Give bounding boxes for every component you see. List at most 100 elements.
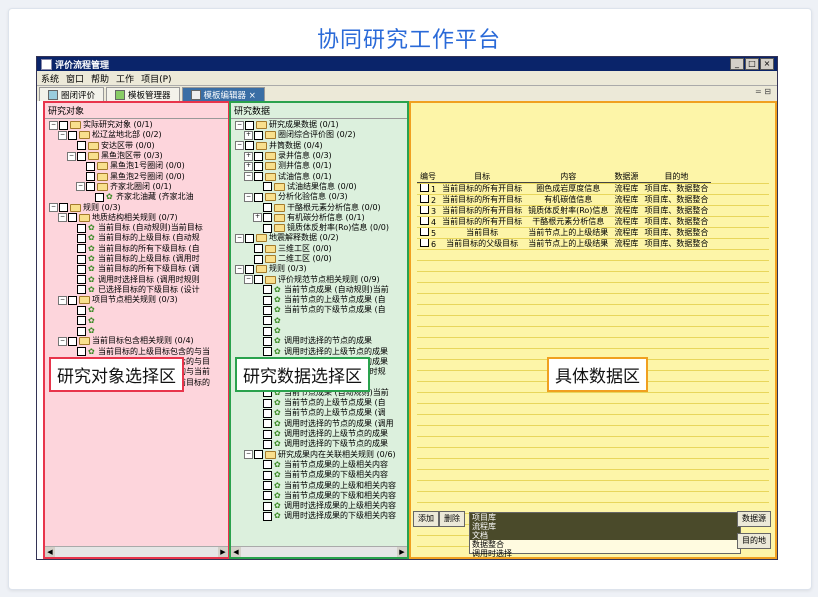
menu-help[interactable]: 帮助 [91, 72, 109, 85]
node-checkbox[interactable] [86, 172, 95, 182]
horizontal-scrollbar[interactable]: ◀ ▶ [45, 546, 228, 557]
node-checkbox[interactable] [68, 130, 77, 140]
node-checkbox[interactable] [77, 285, 86, 295]
node-checkbox[interactable] [245, 141, 254, 151]
tree-node[interactable]: ✿ 调用时选择成果的下级相关内容 [231, 511, 407, 521]
tree-node[interactable]: ✿ 调用时选择的上级节点的成果 [231, 347, 407, 357]
tab-template-editor[interactable]: 模板编辑器 × [181, 87, 265, 101]
tree-node[interactable]: ✿ 当前目标的所有下级目标 (调 [45, 264, 228, 274]
tree-node[interactable]: ✿ [231, 326, 407, 336]
tree-node[interactable]: 干酪根元素分析信息 (0/0) [231, 202, 407, 213]
expander-icon[interactable]: − [58, 213, 67, 223]
delete-button[interactable]: 删除 [439, 511, 465, 527]
node-checkbox[interactable] [59, 120, 68, 130]
tree-node[interactable]: − 评价规范节点相关规则 (0/9) [231, 274, 407, 285]
row-checkbox[interactable] [420, 227, 429, 236]
node-checkbox[interactable] [68, 336, 77, 346]
scroll-left-icon[interactable]: ◀ [231, 547, 241, 557]
node-checkbox[interactable] [263, 501, 272, 511]
tree-node[interactable]: − 地震解释数据 (0/2) [231, 233, 407, 243]
tree-node[interactable]: 黑鱼泡1号圈闭 (0/0) [45, 161, 228, 171]
datasource-button[interactable]: 数据源 [737, 511, 771, 527]
node-checkbox[interactable] [263, 408, 272, 418]
tree-node[interactable]: ✿ 当前目标的上级目标 (自动规 [45, 233, 228, 243]
node-checkbox[interactable] [86, 161, 95, 171]
maximize-button[interactable]: □ [745, 58, 759, 70]
listbox-option[interactable]: 文档 [470, 531, 740, 540]
target-listbox[interactable]: 项目库 流程库 文档 数据整合 调用时选择 [469, 512, 741, 557]
node-checkbox[interactable] [263, 285, 272, 295]
tree-node[interactable]: ✿ 调用时选择成果的上级相关内容 [231, 501, 407, 511]
tree-node[interactable]: + 测井信息 (0/1) [231, 161, 407, 171]
expander-icon[interactable]: − [244, 172, 253, 182]
tree-node[interactable]: ✿ 已选择目标的下级目标 (设计 [45, 285, 228, 295]
tree-node[interactable]: − 地质结构相关规则 (0/7) [45, 213, 228, 223]
listbox-option[interactable]: 调用时选择 [470, 549, 740, 557]
node-checkbox[interactable] [263, 316, 272, 326]
tree-node[interactable]: ✿ [45, 305, 228, 315]
tree-node[interactable]: ✿ 当前目标的上级目标包含的与当 [45, 347, 228, 357]
tree-node[interactable]: 镜质体反射率(Ro)信息 (0/0) [231, 223, 407, 233]
node-checkbox[interactable] [263, 460, 272, 470]
tree-node[interactable]: ✿ 当前节点的上级节点成果 (自 [231, 398, 407, 408]
node-checkbox[interactable] [254, 161, 263, 171]
expander-icon[interactable]: + [244, 130, 253, 140]
col-header-source[interactable]: 数据源 [611, 171, 642, 183]
node-checkbox[interactable] [77, 316, 86, 326]
tab-controls[interactable]: = ⊟ [755, 87, 771, 96]
row-checkbox[interactable] [420, 205, 429, 214]
expander-icon[interactable]: − [244, 192, 253, 202]
node-checkbox[interactable] [68, 213, 77, 223]
expander-icon[interactable]: − [76, 182, 85, 192]
tree-node[interactable]: − 井筒数据 (0/4) [231, 141, 407, 151]
tree-node[interactable]: − 松辽盆地北部 (0/2) [45, 130, 228, 140]
node-checkbox[interactable] [77, 244, 86, 254]
node-checkbox[interactable] [77, 264, 86, 274]
tree-node[interactable]: − 当前目标包含相关规则 (0/4) [45, 336, 228, 346]
node-checkbox[interactable] [245, 233, 254, 243]
node-checkbox[interactable] [245, 264, 254, 274]
tree-node[interactable]: ✿ 当前节点成果 (自动规则)当前 [231, 285, 407, 295]
tree-node[interactable]: ✿ 当前节点成果的下级相关内容 [231, 470, 407, 480]
scroll-right-icon[interactable]: ▶ [218, 547, 228, 557]
tree-node[interactable]: ✿ 调用时选择的上级节点的成果 [231, 429, 407, 439]
tree-node[interactable]: − 齐家北圈闭 (0/1) [45, 182, 228, 192]
scroll-left-icon[interactable]: ◀ [45, 547, 55, 557]
node-checkbox[interactable] [77, 151, 86, 161]
menu-system[interactable]: 系统 [41, 72, 59, 85]
expander-icon[interactable]: − [58, 295, 67, 305]
tree-node[interactable]: ✿ [45, 326, 228, 336]
tree-node[interactable]: ✿ 调用时选择的节点的成果 (调用 [231, 419, 407, 429]
scroll-right-icon[interactable]: ▶ [397, 547, 407, 557]
expander-icon[interactable]: − [67, 151, 76, 161]
col-header-content[interactable]: 内容 [525, 171, 612, 183]
tree-node[interactable]: ✿ 当前节点的上级节点成果 (调 [231, 408, 407, 418]
node-checkbox[interactable] [263, 419, 272, 429]
node-checkbox[interactable] [263, 491, 272, 501]
tree-node[interactable]: − 试油信息 (0/1) [231, 171, 407, 182]
tree-node[interactable]: − 分析化验信息 (0/3) [231, 192, 407, 202]
tree-node[interactable]: − 实际研究对象 (0/1) [45, 120, 228, 130]
node-checkbox[interactable] [254, 192, 263, 202]
tree-node[interactable]: − 项目节点相关规则 (0/3) [45, 295, 228, 305]
tree-node[interactable]: ✿ 当前节点成果的上级相关内容 [231, 460, 407, 470]
expander-icon[interactable]: − [244, 450, 253, 460]
node-checkbox[interactable] [77, 254, 86, 264]
tree-node[interactable]: ✿ [231, 316, 407, 326]
node-checkbox[interactable] [254, 275, 263, 285]
node-checkbox[interactable] [263, 182, 272, 192]
expander-icon[interactable]: − [235, 264, 244, 274]
node-checkbox[interactable] [263, 213, 272, 223]
node-checkbox[interactable] [263, 326, 272, 336]
node-checkbox[interactable] [254, 172, 263, 182]
tree-node[interactable]: − 规则 (0/3) [231, 264, 407, 274]
node-checkbox[interactable] [263, 203, 272, 213]
tree-node[interactable]: 黑鱼泡2号圈闭 (0/0) [45, 171, 228, 182]
node-checkbox[interactable] [263, 481, 272, 491]
tree-node[interactable]: ✿ 调用时选择的节点的成果 [231, 336, 407, 346]
node-checkbox[interactable] [254, 244, 263, 254]
expander-icon[interactable]: + [244, 161, 253, 171]
tree-node[interactable]: − 研究成果数据 (0/1) [231, 120, 407, 130]
tree-node[interactable]: 试油结果信息 (0/0) [231, 182, 407, 192]
destination-button[interactable]: 目的地 [737, 533, 771, 549]
